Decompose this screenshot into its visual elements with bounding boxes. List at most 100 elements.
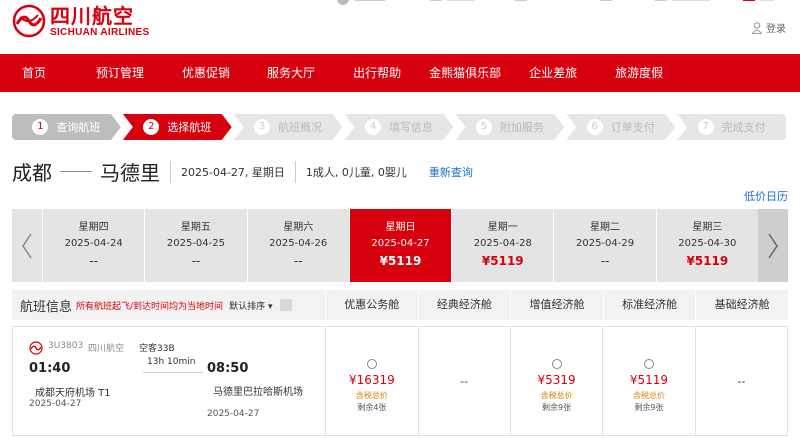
departure-date: 2025-04-27 — [29, 399, 82, 409]
date-option[interactable]: 星期四 2025-04-24 -- — [42, 209, 144, 282]
arrival-time: 08:50 — [207, 361, 249, 376]
cabin-header: 经典经济舱 — [417, 290, 511, 320]
nav-travel-help[interactable]: 出行帮助 — [353, 54, 401, 92]
divider — [170, 160, 171, 183]
date-option[interactable]: 星期二 2025-04-29 -- — [553, 209, 655, 282]
flight-details: 3U3803 四川航空 空客33B 01:40 13h 10min 08:50 … — [13, 327, 325, 435]
main-nav: 首页 预订管理 优惠促销 服务大厅 出行帮助 金熊猫俱乐部 企业差旅 旅游度假 — [0, 54, 800, 92]
airline-logo[interactable]: 四川航空 SICHUAN AIRLINES — [12, 4, 149, 38]
nav-vacations[interactable]: 旅游度假 — [615, 54, 663, 92]
airline-name: 四川航空 — [88, 344, 125, 354]
flight-row: 3U3803 四川航空 空客33B 01:40 13h 10min 08:50 … — [12, 326, 788, 436]
date: 2025-04-30 — [678, 238, 737, 249]
seats-remaining: 剩余9张 — [634, 403, 664, 412]
step-select-flight: 2 选择航班 — [123, 114, 232, 140]
fare-basic-economy: -- — [694, 327, 787, 435]
next-dates-button[interactable] — [757, 209, 788, 282]
prev-dates-button[interactable] — [12, 209, 42, 282]
nav-service-hall[interactable]: 服务大厅 — [267, 54, 315, 92]
weekday: 星期五 — [180, 222, 211, 233]
tax-included-label: 含税总价 — [632, 391, 665, 400]
nav-corporate-travel[interactable]: 企业差旅 — [529, 54, 577, 92]
fare-radio[interactable] — [643, 359, 654, 369]
destination-city: 马德里 — [100, 161, 160, 185]
low-price-calendar-link[interactable]: 低价日历 — [744, 188, 788, 204]
departure-time: 01:40 — [29, 361, 71, 376]
travel-date: 2025-04-27, 星期日 — [181, 165, 285, 179]
step-label: 选择航班 — [167, 121, 212, 134]
fare-plus-economy[interactable]: ¥5319 含税总价 剩余9张 — [509, 327, 602, 435]
cabin-header: 增值经济舱 — [510, 290, 603, 320]
logo-cn-text: 四川航空 — [50, 3, 134, 28]
nav-booking-management[interactable]: 预订管理 — [96, 54, 144, 92]
date-option[interactable]: 星期三 2025-04-30 ¥5119 — [655, 209, 758, 282]
step-number: 5 — [476, 119, 492, 135]
flight-info-title: 航班信息 — [20, 299, 73, 315]
date-selector: 星期四 2025-04-24 -- 星期五 2025-04-25 -- 星期六 2025-… — [12, 209, 788, 282]
lowest-price: -- — [191, 254, 201, 268]
login-label: 登录 — [766, 24, 786, 35]
weekday: 星期一 — [487, 222, 518, 233]
local-time-notice: 所有航班起飞/到达时间均为当地时间 — [76, 301, 224, 312]
seats-remaining: 剩余9张 — [542, 403, 572, 412]
arrival-date: 2025-04-27 — [207, 409, 260, 419]
weekday: 星期二 — [590, 222, 621, 233]
date-option[interactable]: 星期一 2025-04-28 ¥5119 — [451, 209, 553, 282]
divider — [294, 160, 296, 183]
site-header: 四川航空 SICHUAN AIRLINES 登录 — [0, 0, 800, 54]
cabin-header: 优惠公务舱 — [325, 290, 418, 320]
login-link[interactable]: 登录 — [752, 20, 786, 35]
tax-included-label: 含税总价 — [540, 391, 573, 400]
chevron-left-icon — [22, 233, 32, 258]
cabin-header: 标准经济舱 — [602, 290, 696, 320]
date: 2025-04-29 — [575, 238, 635, 249]
step-number: 3 — [254, 119, 270, 135]
step-label: 填写信息 — [389, 121, 433, 134]
top-links-partial-icon — [337, 0, 774, 5]
step-label: 航班概况 — [278, 121, 323, 134]
fare-premium-business[interactable]: ¥16319 含税总价 剩余4张 — [325, 327, 417, 435]
duration-line — [143, 372, 203, 373]
fare-unavailable: -- — [460, 375, 469, 388]
sichuan-airlines-logo-icon — [12, 4, 46, 38]
fare-classic-economy: -- — [417, 327, 510, 435]
fare-standard-economy[interactable]: ¥5119 含税总价 剩余9张 — [602, 327, 694, 435]
lowest-price: -- — [600, 254, 610, 268]
airline-small-logo-icon — [29, 341, 43, 355]
date-option-selected[interactable]: 星期日 2025-04-27 ¥5119 — [348, 209, 452, 282]
requery-link[interactable]: 重新查询 — [429, 164, 473, 180]
date: 2025-04-28 — [473, 238, 532, 249]
weekday: 星期三 — [692, 222, 723, 233]
flight-table-header: 航班信息 所有航班起飞/到达时间均为当地时间 默认排序 ▾ 优惠公务舱 经典经济… — [12, 290, 788, 320]
fare-price: ¥16319 — [348, 373, 395, 387]
fare-radio[interactable] — [551, 359, 562, 369]
step-label: 完成支付 — [721, 121, 766, 134]
origin-city: 成都 — [12, 161, 52, 185]
nav-panda-club[interactable]: 金熊猫俱乐部 — [429, 54, 501, 92]
date: 2025-04-26 — [269, 238, 328, 249]
fare-radio[interactable] — [366, 359, 377, 369]
cabin-header: 基础经济舱 — [695, 290, 788, 320]
date-option[interactable]: 星期五 2025-04-25 -- — [144, 209, 246, 282]
aircraft-type[interactable]: 空客33B — [139, 341, 175, 354]
step-number: 7 — [697, 119, 714, 135]
date: 2025-04-24 — [64, 238, 123, 249]
route-arrow-line — [60, 171, 92, 172]
departure-airport: 成都天府机场 T1 — [35, 388, 111, 399]
flight-number: 3U3803 — [48, 341, 84, 351]
sort-dropdown[interactable]: 默认排序 ▾ — [229, 299, 272, 312]
step-payment-complete: 7 完成支付 — [677, 114, 787, 140]
fare-price: ¥5319 — [537, 373, 576, 387]
step-label: 附加服务 — [499, 121, 544, 134]
passenger-count: 1成人, 0儿童, 0婴儿 — [305, 165, 407, 179]
step-number: 6 — [587, 119, 603, 135]
tax-included-label: 含税总价 — [355, 391, 388, 400]
sort-toggle-icon[interactable] — [280, 299, 293, 311]
step-extra-services: 5 附加服务 — [455, 114, 564, 140]
step-search-flights[interactable]: 1 查询航班 — [12, 114, 121, 140]
nav-home[interactable]: 首页 — [22, 54, 46, 92]
date-option[interactable]: 星期六 2025-04-26 -- — [246, 209, 349, 282]
fare-price: ¥5119 — [629, 373, 669, 387]
nav-promotions[interactable]: 优惠促销 — [182, 54, 230, 92]
lowest-price: ¥5119 — [686, 254, 729, 268]
